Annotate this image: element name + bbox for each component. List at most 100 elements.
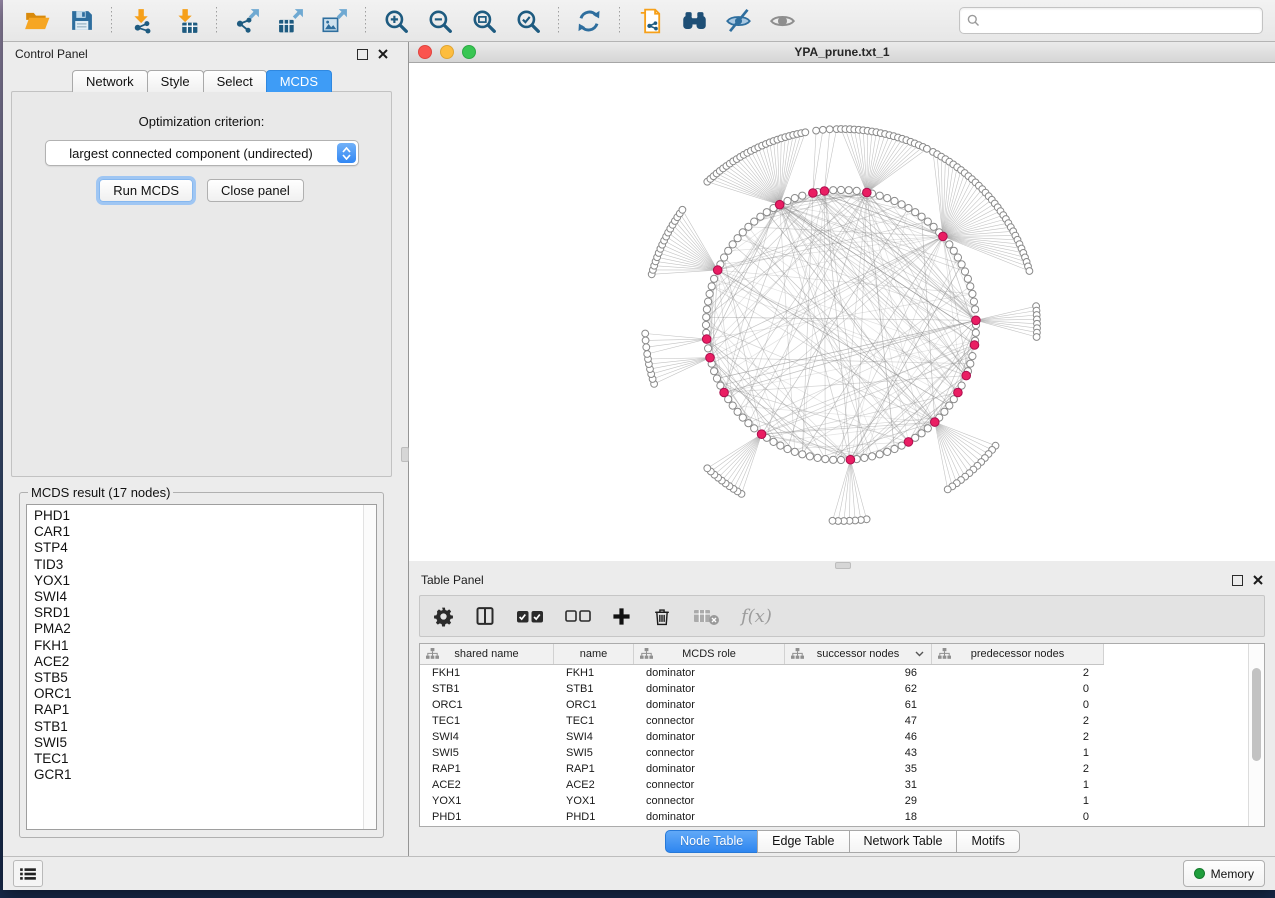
table-cell[interactable]: 1: [932, 777, 1104, 793]
mcds-result-item[interactable]: CAR1: [34, 524, 376, 540]
table-cell[interactable]: 0: [932, 697, 1104, 713]
export-network-icon[interactable]: [232, 6, 262, 36]
column-header-predecessor-nodes[interactable]: predecessor nodes: [932, 644, 1104, 664]
mcds-result-item[interactable]: STP4: [34, 540, 376, 556]
node-table[interactable]: shared namenameMCDS rolesuccessor nodesp…: [419, 643, 1265, 827]
table-row[interactable]: RAP1RAP1dominator352: [420, 761, 1264, 777]
tab-mcds[interactable]: MCDS: [266, 70, 332, 92]
save-session-icon[interactable]: [66, 6, 96, 36]
mcds-result-item[interactable]: PMA2: [34, 621, 376, 637]
gear-icon[interactable]: [433, 606, 454, 627]
table-cell[interactable]: connector: [634, 793, 785, 809]
sort-chevron-icon[interactable]: [915, 651, 924, 657]
mcds-list-scrollbar[interactable]: [363, 505, 376, 829]
show-all-icon[interactable]: [767, 6, 797, 36]
show-column-icon[interactable]: [475, 606, 495, 626]
open-file-icon[interactable]: [22, 6, 52, 36]
mcds-result-item[interactable]: SWI5: [34, 735, 376, 751]
table-row[interactable]: FKH1FKH1dominator962: [420, 665, 1264, 681]
delete-column-icon[interactable]: [652, 606, 672, 627]
add-column-icon[interactable]: [612, 607, 631, 626]
table-cell[interactable]: dominator: [634, 809, 785, 825]
search-input[interactable]: [985, 13, 1255, 29]
table-cell[interactable]: 61: [785, 697, 932, 713]
export-table-icon[interactable]: [276, 6, 306, 36]
table-cell[interactable]: TEC1: [554, 713, 634, 729]
function-builder-icon[interactable]: f(x): [741, 606, 772, 627]
zoom-fit-icon[interactable]: [469, 6, 499, 36]
table-cell[interactable]: SWI4: [420, 729, 554, 745]
mcds-result-item[interactable]: YOX1: [34, 573, 376, 589]
close-panel-button[interactable]: Close panel: [207, 179, 304, 202]
scrollbar-thumb[interactable]: [1252, 668, 1261, 761]
table-cell[interactable]: YOX1: [554, 793, 634, 809]
column-header-mcds-role[interactable]: MCDS role: [634, 644, 785, 664]
table-cell[interactable]: 43: [785, 745, 932, 761]
table-cell[interactable]: RAP1: [420, 761, 554, 777]
table-cell[interactable]: 1: [932, 793, 1104, 809]
float-panel-icon[interactable]: [357, 49, 368, 60]
table-cell[interactable]: ORC1: [420, 697, 554, 713]
unselect-all-icon[interactable]: [565, 609, 591, 624]
table-row[interactable]: ORC1ORC1dominator610: [420, 697, 1264, 713]
table-cell[interactable]: SWI5: [554, 745, 634, 761]
table-row[interactable]: PHD1PHD1dominator180: [420, 809, 1264, 825]
table-cell[interactable]: 2: [932, 713, 1104, 729]
table-cell[interactable]: STB1: [554, 681, 634, 697]
table-cell[interactable]: dominator: [634, 681, 785, 697]
table-cell[interactable]: TEC1: [420, 713, 554, 729]
zoom-in-icon[interactable]: [381, 6, 411, 36]
import-table-icon[interactable]: [171, 6, 201, 36]
horizontal-splitter[interactable]: [409, 561, 1275, 568]
table-cell[interactable]: SWI4: [554, 729, 634, 745]
table-row[interactable]: STB1STB1dominator620: [420, 681, 1264, 697]
table-cell[interactable]: SWI5: [420, 745, 554, 761]
table-cell[interactable]: ACE2: [554, 777, 634, 793]
search-field[interactable]: [959, 7, 1263, 34]
mcds-result-item[interactable]: PHD1: [34, 508, 376, 524]
select-all-icon[interactable]: [516, 608, 544, 625]
table-cell[interactable]: 46: [785, 729, 932, 745]
zoom-selected-icon[interactable]: [513, 6, 543, 36]
close-panel-icon[interactable]: [1253, 575, 1263, 585]
tab-style[interactable]: Style: [147, 70, 204, 92]
mcds-result-item[interactable]: TEC1: [34, 751, 376, 767]
task-history-button[interactable]: [13, 860, 43, 887]
zoom-out-icon[interactable]: [425, 6, 455, 36]
splitter-grip[interactable]: [401, 447, 409, 462]
run-mcds-button[interactable]: Run MCDS: [99, 179, 193, 202]
mcds-result-item[interactable]: RAP1: [34, 702, 376, 718]
mcds-result-item[interactable]: SRD1: [34, 605, 376, 621]
table-cell[interactable]: 47: [785, 713, 932, 729]
table-row[interactable]: TEC1TEC1connector472: [420, 713, 1264, 729]
memory-button[interactable]: Memory: [1183, 860, 1265, 887]
table-cell[interactable]: 0: [932, 681, 1104, 697]
splitter-grip[interactable]: [835, 562, 851, 569]
table-cell[interactable]: 96: [785, 665, 932, 681]
table-row[interactable]: SWI5SWI5connector431: [420, 745, 1264, 761]
export-image-icon[interactable]: [320, 6, 350, 36]
table-cell[interactable]: 29: [785, 793, 932, 809]
refresh-layout-icon[interactable]: [574, 6, 604, 36]
table-cell[interactable]: connector: [634, 777, 785, 793]
tab-node-table[interactable]: Node Table: [665, 830, 758, 853]
table-cell[interactable]: FKH1: [554, 665, 634, 681]
mcds-result-item[interactable]: STB5: [34, 670, 376, 686]
table-cell[interactable]: dominator: [634, 761, 785, 777]
float-panel-icon[interactable]: [1232, 575, 1243, 586]
table-cell[interactable]: RAP1: [554, 761, 634, 777]
table-cell[interactable]: 1: [932, 745, 1104, 761]
table-cell[interactable]: 35: [785, 761, 932, 777]
table-cell[interactable]: connector: [634, 745, 785, 761]
mcds-result-item[interactable]: GCR1: [34, 767, 376, 783]
table-cell[interactable]: PHD1: [420, 809, 554, 825]
network-titlebar[interactable]: YPA_prune.txt_1: [409, 42, 1275, 63]
mcds-result-item[interactable]: SWI4: [34, 589, 376, 605]
table-cell[interactable]: FKH1: [420, 665, 554, 681]
tab-select[interactable]: Select: [203, 70, 267, 92]
vertical-splitter[interactable]: [400, 42, 409, 856]
tab-edge-table[interactable]: Edge Table: [757, 830, 849, 853]
column-header-name[interactable]: name: [554, 644, 634, 664]
table-cell[interactable]: STB1: [420, 681, 554, 697]
binoculars-icon[interactable]: [679, 6, 709, 36]
